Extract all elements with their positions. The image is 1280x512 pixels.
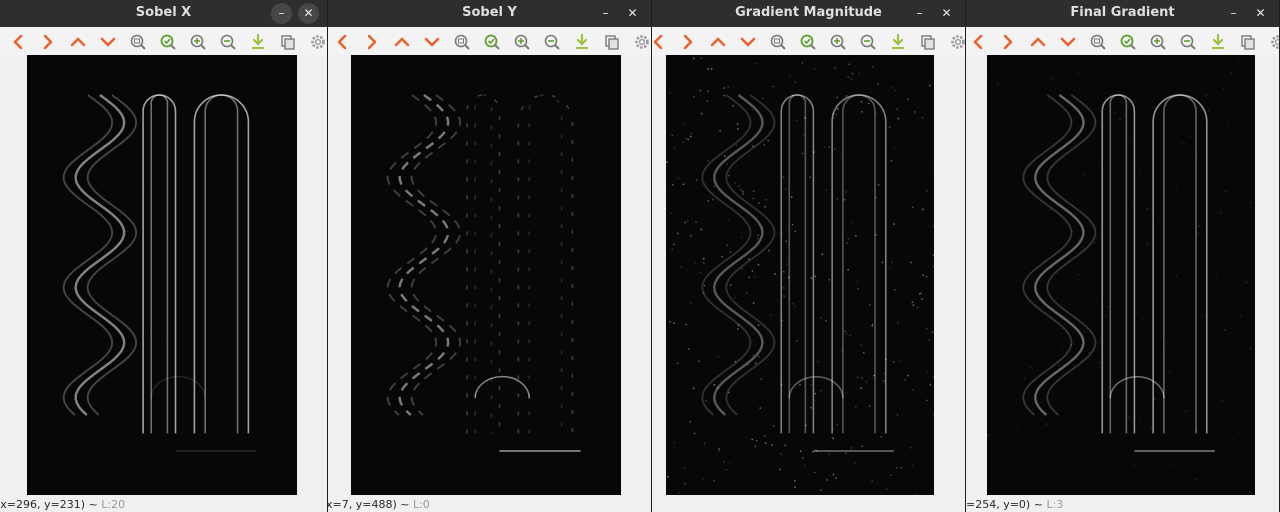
chevron-down-icon[interactable] [423,33,441,51]
zoom-out-icon[interactable] [219,33,237,51]
zoom-original-icon[interactable] [1089,33,1107,51]
window-final-gradient[interactable]: Final Gradient – ✕ =254, y=0) ~ L:3 [966,0,1280,512]
desktop: Sobel X – ✕ (x=296, y=231) ~ L:20 Sobel … [0,0,1280,512]
processed-image [987,55,1252,493]
window-sobel-x[interactable]: Sobel X – ✕ (x=296, y=231) ~ L:20 [0,0,328,512]
image-canvas[interactable] [27,55,297,495]
gear-icon[interactable] [309,33,327,51]
copy-icon[interactable] [919,33,937,51]
image-canvas[interactable] [987,55,1255,495]
zoom-original-icon[interactable] [129,33,147,51]
chevron-down-icon[interactable] [99,33,117,51]
gear-icon[interactable] [633,33,651,51]
zoom-fit-icon[interactable] [799,33,817,51]
status-bar: x=7, y=488) ~ L:0 [328,497,430,512]
chevron-up-icon[interactable] [393,33,411,51]
image-canvas[interactable] [666,55,934,495]
save-icon[interactable] [249,33,267,51]
toolbar [652,27,965,55]
copy-icon[interactable] [603,33,621,51]
chevron-left-icon[interactable] [9,33,27,51]
close-button[interactable]: ✕ [1250,3,1271,24]
close-button[interactable]: ✕ [936,3,957,24]
status-coordinates: =254, y=0) ~ [966,498,1043,511]
close-button[interactable]: ✕ [622,3,643,24]
chevron-down-icon[interactable] [1059,33,1077,51]
close-button[interactable]: ✕ [298,3,319,24]
toolbar [0,27,327,55]
titlebar[interactable]: Sobel X – ✕ [0,0,327,27]
chevron-right-icon[interactable] [39,33,57,51]
save-icon[interactable] [1209,33,1227,51]
minimize-button[interactable]: – [1223,3,1244,24]
status-level: L:0 [412,498,430,511]
minimize-button[interactable]: – [271,3,292,24]
chevron-right-icon[interactable] [363,33,381,51]
chevron-up-icon[interactable] [709,33,727,51]
processed-image [362,80,605,495]
titlebar[interactable]: Final Gradient – ✕ [966,0,1279,27]
processed-image [60,60,292,468]
minimize-button[interactable]: – [909,3,930,24]
zoom-out-icon[interactable] [543,33,561,51]
chevron-left-icon[interactable] [333,33,351,51]
gear-icon[interactable] [1269,33,1280,51]
chevron-left-icon[interactable] [652,33,667,51]
zoom-original-icon[interactable] [769,33,787,51]
status-coordinates: x=7, y=488) ~ [328,498,410,511]
status-bar: (x=296, y=231) ~ L:20 [0,497,125,512]
status-level: L:3 [1046,498,1064,511]
zoom-in-icon[interactable] [513,33,531,51]
zoom-original-icon[interactable] [453,33,471,51]
minimize-button[interactable]: – [595,3,616,24]
save-icon[interactable] [573,33,591,51]
titlebar[interactable]: Sobel Y – ✕ [328,0,651,27]
window-sobel-y[interactable]: Sobel Y – ✕ x=7, y=488) ~ L:0 [328,0,652,512]
chevron-down-icon[interactable] [739,33,757,51]
zoom-fit-icon[interactable] [483,33,501,51]
zoom-in-icon[interactable] [829,33,847,51]
toolbar [966,27,1279,55]
chevron-right-icon[interactable] [679,33,697,51]
titlebar[interactable]: Gradient Magnitude – ✕ [652,0,965,27]
zoom-out-icon[interactable] [859,33,877,51]
status-coordinates: (x=296, y=231) ~ [0,498,98,511]
zoom-in-icon[interactable] [1149,33,1167,51]
chevron-left-icon[interactable] [969,33,987,51]
processed-image [666,57,934,495]
chevron-up-icon[interactable] [69,33,87,51]
zoom-in-icon[interactable] [189,33,207,51]
save-icon[interactable] [889,33,907,51]
window-gradient-magnitude[interactable]: Gradient Magnitude – ✕ [652,0,966,512]
image-canvas[interactable] [351,55,621,495]
status-level: L:20 [101,498,126,511]
status-bar: =254, y=0) ~ L:3 [966,497,1063,512]
zoom-fit-icon[interactable] [159,33,177,51]
chevron-right-icon[interactable] [999,33,1017,51]
copy-icon[interactable] [279,33,297,51]
copy-icon[interactable] [1239,33,1257,51]
toolbar [328,27,651,55]
gear-icon[interactable] [949,33,966,51]
zoom-fit-icon[interactable] [1119,33,1137,51]
zoom-out-icon[interactable] [1179,33,1197,51]
chevron-up-icon[interactable] [1029,33,1047,51]
